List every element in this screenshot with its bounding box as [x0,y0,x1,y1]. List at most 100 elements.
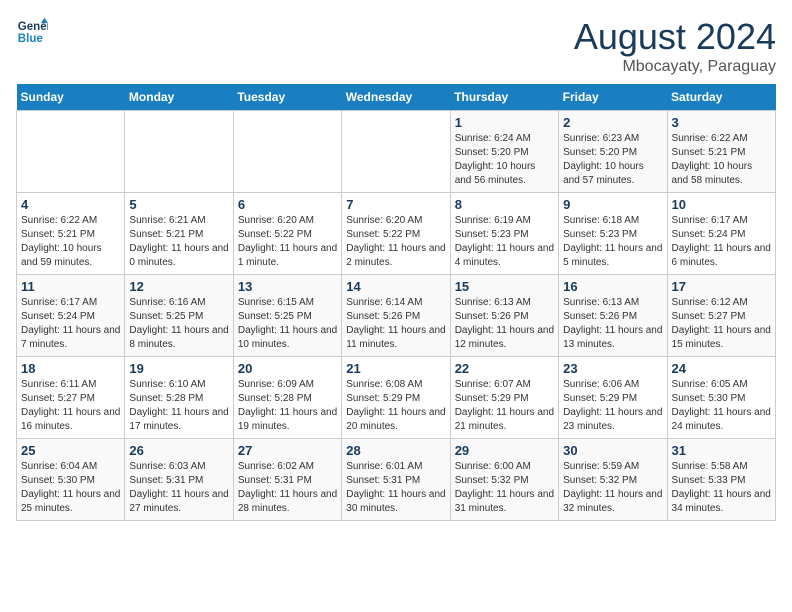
day-number: 23 [563,361,662,376]
day-number: 5 [129,197,228,212]
day-info: Sunrise: 6:04 AMSunset: 5:30 PMDaylight:… [21,460,120,516]
day-cell-2-3: 14Sunrise: 6:14 AMSunset: 5:26 PMDayligh… [342,275,450,357]
day-cell-3-4: 22 Sunrise: 6:07 AMSunset: 5:29 PMDayligh… [450,357,558,439]
day-number: 17 [672,279,771,294]
day-info: Sunrise: 6:20 AMSunset: 5:22 PMDaylight:… [346,214,445,270]
day-cell-0-3 [342,111,450,193]
day-cell-1-4: 8 Sunrise: 6:19 AMSunset: 5:23 PMDaylight… [450,193,558,275]
day-info: Sunrise: 6:15 AMSunset: 5:25 PMDaylight:… [238,296,337,352]
day-info: Sunrise: 6:17 AMSunset: 5:24 PMDaylight:… [21,296,120,352]
day-cell-4-3: 28 Sunrise: 6:01 AMSunset: 5:31 PMDayligh… [342,439,450,521]
calendar-header-row: Sunday Monday Tuesday Wednesday Thursday… [17,84,776,111]
day-number: 12 [129,279,228,294]
day-number: 8 [455,197,554,212]
day-number: 25 [21,443,120,458]
day-cell-0-1 [125,111,233,193]
header-monday: Monday [125,84,233,111]
week-row-1: 1Sunrise: 6:24 AMSunset: 5:20 PMDaylight… [17,111,776,193]
day-info: Sunrise: 6:16 AMSunset: 5:25 PMDaylight:… [129,296,228,352]
week-row-4: 18Sunrise: 6:11 AMSunset: 5:27 PMDayligh… [17,357,776,439]
day-info: Sunrise: 6:22 AMSunset: 5:21 PMDaylight:… [21,214,120,270]
day-info: Sunrise: 6:08 AMSunset: 5:29 PMDaylight:… [346,378,445,434]
header-wednesday: Wednesday [342,84,450,111]
day-number: 6 [238,197,337,212]
day-number: 13 [238,279,337,294]
day-info: Sunrise: 6:06 AMSunset: 5:29 PMDaylight:… [563,378,662,434]
week-row-5: 25 Sunrise: 6:04 AMSunset: 5:30 PMDayligh… [17,439,776,521]
day-number: 7 [346,197,445,212]
day-number: 22 [455,361,554,376]
day-number: 28 [346,443,445,458]
day-number: 29 [455,443,554,458]
day-cell-2-1: 12 Sunrise: 6:16 AMSunset: 5:25 PMDayligh… [125,275,233,357]
day-number: 19 [129,361,228,376]
day-number: 11 [21,279,120,294]
header-thursday: Thursday [450,84,558,111]
day-number: 10 [672,197,771,212]
day-info: Sunrise: 6:14 AMSunset: 5:26 PMDaylight:… [346,296,445,352]
header-tuesday: Tuesday [233,84,341,111]
subtitle: Mbocayaty, Paraguay [574,58,776,76]
day-cell-2-2: 13 Sunrise: 6:15 AMSunset: 5:25 PMDayligh… [233,275,341,357]
day-cell-0-0 [17,111,125,193]
day-cell-1-5: 9Sunrise: 6:18 AMSunset: 5:23 PMDaylight… [559,193,667,275]
main-title: August 2024 [574,16,776,58]
day-number: 21 [346,361,445,376]
day-info: Sunrise: 5:58 AMSunset: 5:33 PMDaylight:… [672,460,771,516]
day-info: Sunrise: 6:01 AMSunset: 5:31 PMDaylight:… [346,460,445,516]
day-number: 9 [563,197,662,212]
day-info: Sunrise: 6:13 AMSunset: 5:26 PMDaylight:… [563,296,662,352]
day-info: Sunrise: 6:03 AMSunset: 5:31 PMDaylight:… [129,460,228,516]
day-number: 4 [21,197,120,212]
day-number: 27 [238,443,337,458]
day-cell-0-2 [233,111,341,193]
title-block: August 2024 Mbocayaty, Paraguay [574,16,776,76]
calendar-table: Sunday Monday Tuesday Wednesday Thursday… [16,84,776,521]
day-cell-3-3: 21 Sunrise: 6:08 AMSunset: 5:29 PMDayligh… [342,357,450,439]
day-cell-4-2: 27Sunrise: 6:02 AMSunset: 5:31 PMDayligh… [233,439,341,521]
day-info: Sunrise: 6:13 AMSunset: 5:26 PMDaylight:… [455,296,554,352]
day-info: Sunrise: 6:09 AMSunset: 5:28 PMDaylight:… [238,378,337,434]
day-cell-0-4: 1Sunrise: 6:24 AMSunset: 5:20 PMDaylight… [450,111,558,193]
day-cell-4-4: 29 Sunrise: 6:00 AMSunset: 5:32 PMDayligh… [450,439,558,521]
day-number: 15 [455,279,554,294]
day-cell-4-5: 30Sunrise: 5:59 AMSunset: 5:32 PMDayligh… [559,439,667,521]
day-number: 3 [672,115,771,130]
day-info: Sunrise: 6:00 AMSunset: 5:32 PMDaylight:… [455,460,554,516]
day-number: 18 [21,361,120,376]
day-number: 16 [563,279,662,294]
day-info: Sunrise: 6:20 AMSunset: 5:22 PMDaylight:… [238,214,337,270]
header-saturday: Saturday [667,84,775,111]
day-cell-3-1: 19 Sunrise: 6:10 AMSunset: 5:28 PMDayligh… [125,357,233,439]
page-header: General Blue August 2024 Mbocayaty, Para… [16,16,776,76]
day-number: 31 [672,443,771,458]
day-cell-0-5: 2 Sunrise: 6:23 AMSunset: 5:20 PMDaylight… [559,111,667,193]
day-number: 26 [129,443,228,458]
day-info: Sunrise: 6:21 AMSunset: 5:21 PMDaylight:… [129,214,228,270]
day-cell-1-1: 5 Sunrise: 6:21 AMSunset: 5:21 PMDaylight… [125,193,233,275]
day-info: Sunrise: 6:10 AMSunset: 5:28 PMDaylight:… [129,378,228,434]
day-info: Sunrise: 6:07 AMSunset: 5:29 PMDaylight:… [455,378,554,434]
day-info: Sunrise: 6:19 AMSunset: 5:23 PMDaylight:… [455,214,554,270]
day-cell-2-0: 11 Sunrise: 6:17 AMSunset: 5:24 PMDayligh… [17,275,125,357]
day-cell-0-6: 3 Sunrise: 6:22 AMSunset: 5:21 PMDaylight… [667,111,775,193]
day-info: Sunrise: 6:12 AMSunset: 5:27 PMDaylight:… [672,296,771,352]
day-info: Sunrise: 6:22 AMSunset: 5:21 PMDaylight:… [672,132,771,188]
day-cell-3-0: 18Sunrise: 6:11 AMSunset: 5:27 PMDayligh… [17,357,125,439]
day-number: 30 [563,443,662,458]
week-row-2: 4 Sunrise: 6:22 AMSunset: 5:21 PMDaylight… [17,193,776,275]
day-number: 2 [563,115,662,130]
day-cell-3-6: 24Sunrise: 6:05 AMSunset: 5:30 PMDayligh… [667,357,775,439]
day-cell-2-6: 17 Sunrise: 6:12 AMSunset: 5:27 PMDayligh… [667,275,775,357]
day-cell-2-4: 15 Sunrise: 6:13 AMSunset: 5:26 PMDayligh… [450,275,558,357]
day-cell-1-0: 4 Sunrise: 6:22 AMSunset: 5:21 PMDaylight… [17,193,125,275]
day-number: 24 [672,361,771,376]
day-cell-1-6: 10 Sunrise: 6:17 AMSunset: 5:24 PMDayligh… [667,193,775,275]
day-cell-1-3: 7 Sunrise: 6:20 AMSunset: 5:22 PMDaylight… [342,193,450,275]
week-row-3: 11 Sunrise: 6:17 AMSunset: 5:24 PMDayligh… [17,275,776,357]
svg-text:Blue: Blue [18,33,44,45]
day-info: Sunrise: 6:17 AMSunset: 5:24 PMDaylight:… [672,214,771,270]
day-cell-1-2: 6 Sunrise: 6:20 AMSunset: 5:22 PMDaylight… [233,193,341,275]
day-info: Sunrise: 6:23 AMSunset: 5:20 PMDaylight:… [563,132,662,188]
logo-icon: General Blue [16,16,48,48]
